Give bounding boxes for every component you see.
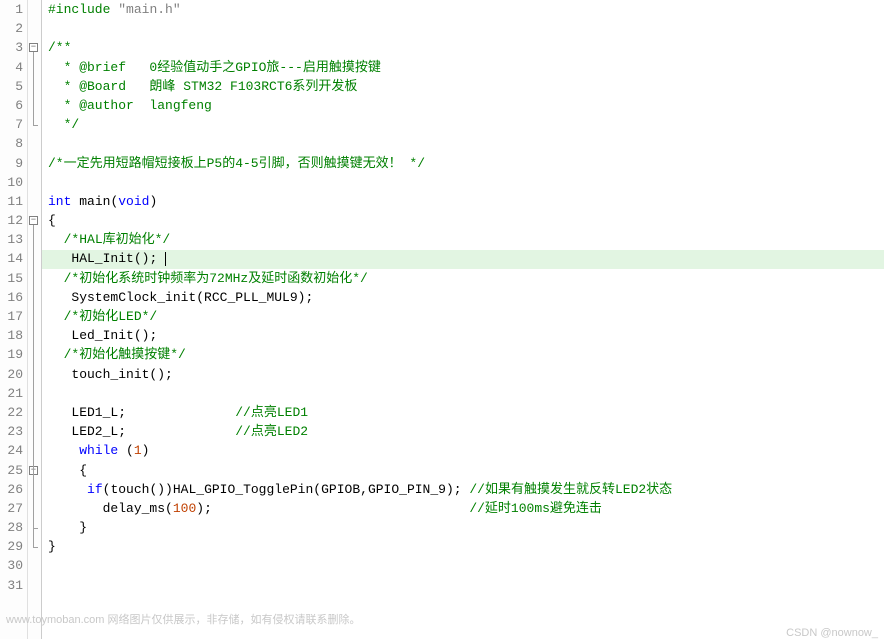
fold-guide-end (33, 528, 38, 529)
code-line[interactable]: while (1) (48, 441, 884, 460)
code-line[interactable]: LED1_L; //点亮LED1 (48, 403, 884, 422)
line-number: 10 (0, 173, 23, 192)
line-number: 27 (0, 499, 23, 518)
line-number: 13 (0, 230, 23, 249)
code-editor[interactable]: 1234567891011121314151617181920212223242… (0, 0, 884, 639)
code-line[interactable]: * @Board 朗峰 STM32 F103RCT6系列开发板 (48, 77, 884, 96)
line-number: 19 (0, 345, 23, 364)
code-line[interactable] (48, 173, 884, 192)
line-number: 6 (0, 96, 23, 115)
line-number: 14 (0, 249, 23, 268)
code-line[interactable]: */ (48, 115, 884, 134)
line-number: 1 (0, 0, 23, 19)
code-line[interactable]: delay_ms(100); //延时100ms避免连击 (48, 499, 884, 518)
line-number: 18 (0, 326, 23, 345)
line-number: 7 (0, 115, 23, 134)
code-line[interactable]: Led_Init(); (48, 326, 884, 345)
fold-column[interactable]: −−− (28, 0, 42, 639)
code-line[interactable] (48, 134, 884, 153)
line-number: 8 (0, 134, 23, 153)
line-number: 22 (0, 403, 23, 422)
line-number: 12 (0, 211, 23, 230)
line-number-gutter: 1234567891011121314151617181920212223242… (0, 0, 28, 639)
fold-guide-line (33, 52, 34, 124)
code-line[interactable]: { (48, 211, 884, 230)
line-number: 15 (0, 269, 23, 288)
code-line[interactable]: HAL_Init(); (48, 249, 884, 268)
code-line[interactable]: /*初始化系统时钟频率为72MHz及延时函数初始化*/ (48, 269, 884, 288)
line-number: 25 (0, 461, 23, 480)
code-line[interactable]: #include "main.h" (48, 0, 884, 19)
line-number: 23 (0, 422, 23, 441)
line-number: 3 (0, 38, 23, 57)
code-line[interactable]: /*一定先用短路帽短接板上P5的4-5引脚，否则触摸键无效！ */ (48, 154, 884, 173)
fold-toggle-icon[interactable]: − (29, 43, 38, 52)
line-number: 16 (0, 288, 23, 307)
code-line[interactable]: /*初始化触摸按键*/ (48, 345, 884, 364)
line-number: 9 (0, 154, 23, 173)
code-line[interactable]: /*HAL库初始化*/ (48, 230, 884, 249)
code-line[interactable]: touch_init(); (48, 365, 884, 384)
code-line[interactable] (48, 384, 884, 403)
line-number: 31 (0, 576, 23, 595)
line-number: 11 (0, 192, 23, 211)
code-line[interactable]: LED2_L; //点亮LED2 (48, 422, 884, 441)
line-number: 24 (0, 441, 23, 460)
fold-toggle-icon[interactable]: − (29, 216, 38, 225)
line-number: 21 (0, 384, 23, 403)
code-line[interactable]: * @author langfeng (48, 96, 884, 115)
code-line[interactable]: { (48, 461, 884, 480)
line-number: 28 (0, 518, 23, 537)
code-line[interactable] (48, 556, 884, 575)
code-line[interactable]: int main(void) (48, 192, 884, 211)
line-number: 20 (0, 365, 23, 384)
watermark-text: www.toymoban.com 网络图片仅供展示，非存储，如有侵权请联系删除。 (6, 611, 360, 627)
fold-guide-end (33, 547, 38, 548)
line-number: 5 (0, 77, 23, 96)
code-line[interactable]: * @brief 0经验值动手之GPIO旅---启用触摸按键 (48, 58, 884, 77)
code-line[interactable] (48, 576, 884, 595)
code-line[interactable]: } (48, 518, 884, 537)
csdn-watermark: CSDN @nownow_ (786, 627, 878, 639)
code-area[interactable]: #include "main.h" /** * @brief 0经验值动手之GPI… (42, 0, 884, 639)
line-number: 29 (0, 537, 23, 556)
code-line[interactable]: /*初始化LED*/ (48, 307, 884, 326)
line-number: 2 (0, 19, 23, 38)
code-line[interactable]: if(touch())HAL_GPIO_TogglePin(GPIOB,GPIO… (48, 480, 884, 499)
code-line[interactable] (48, 19, 884, 38)
text-cursor (165, 252, 166, 266)
fold-guide-line (33, 475, 34, 528)
code-line[interactable]: SystemClock_init(RCC_PLL_MUL9); (48, 288, 884, 307)
line-number: 17 (0, 307, 23, 326)
code-line[interactable]: /** (48, 38, 884, 57)
code-line[interactable]: } (48, 537, 884, 556)
line-number: 30 (0, 556, 23, 575)
fold-guide-end (33, 125, 38, 126)
line-number: 4 (0, 58, 23, 77)
line-number: 26 (0, 480, 23, 499)
